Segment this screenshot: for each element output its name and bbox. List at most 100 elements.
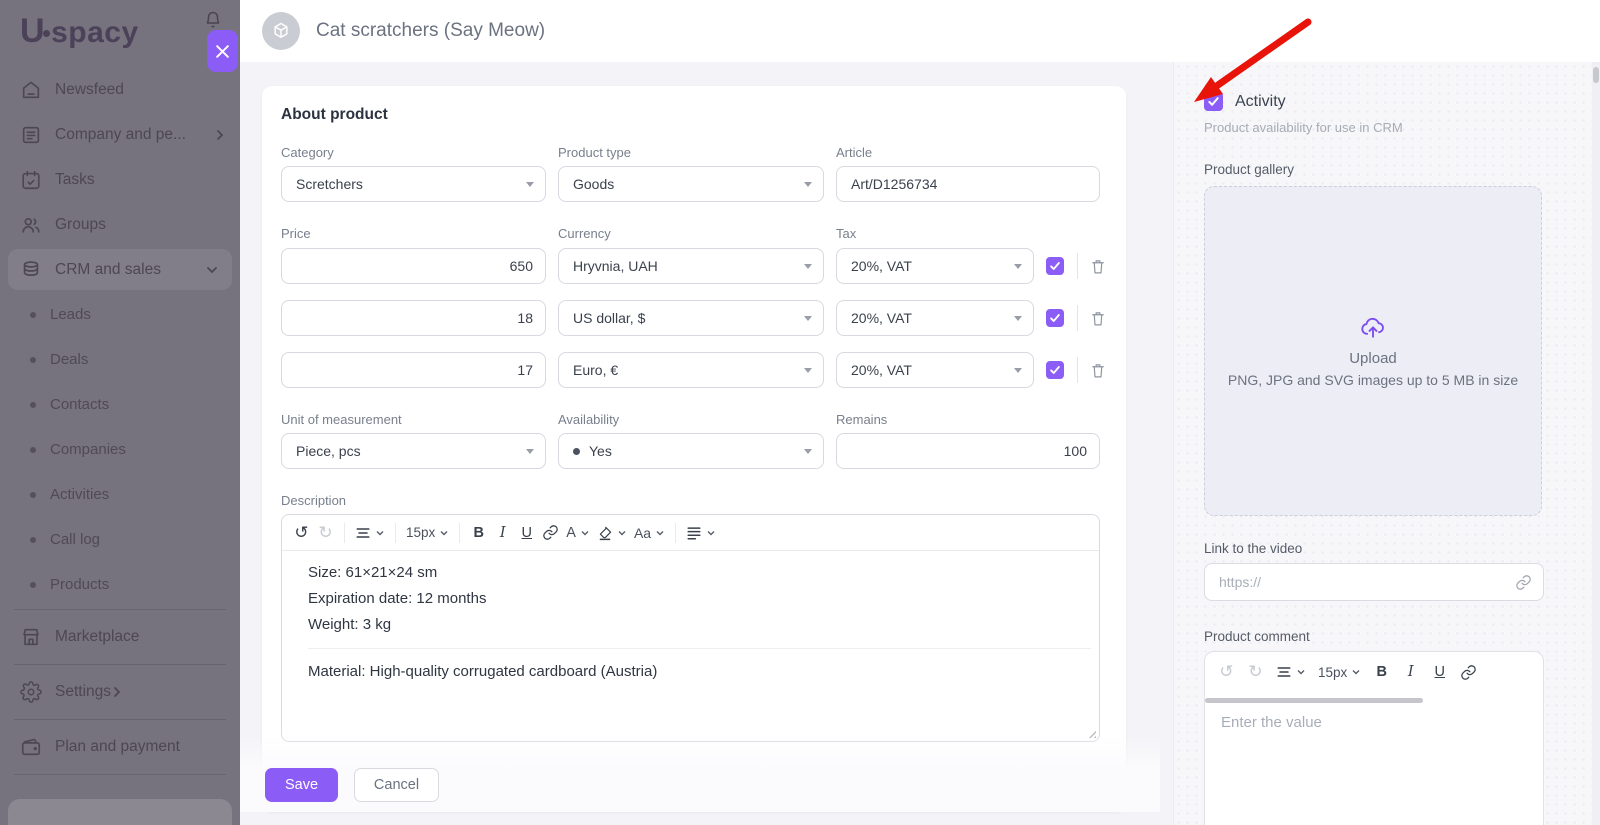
save-button[interactable]: Save	[265, 768, 338, 802]
tax-value: 20%, VAT	[851, 310, 912, 326]
currency-select[interactable]: Hryvnia, UAH	[558, 248, 824, 284]
currency-value: Hryvnia, UAH	[573, 258, 658, 274]
notifications-bell-icon[interactable]	[204, 11, 222, 29]
sidebar-profile-stub	[8, 799, 232, 825]
list-menu-button[interactable]	[683, 519, 719, 547]
trash-icon[interactable]	[1089, 361, 1107, 380]
sidebar-item-tasks[interactable]: Tasks	[0, 157, 240, 202]
price-active-checkbox[interactable]	[1046, 361, 1064, 379]
tax-select[interactable]: 20%, VAT	[836, 352, 1034, 388]
sidebar-item-groups[interactable]: Groups	[0, 202, 240, 247]
tax-select[interactable]: 20%, VAT	[836, 248, 1034, 284]
logo-dot-icon	[43, 30, 50, 37]
bullet-icon	[30, 312, 36, 318]
tax-label: Tax	[836, 226, 1034, 241]
sidebar-subitem-contacts[interactable]: Contacts	[0, 382, 240, 427]
bold-button[interactable]: B	[467, 519, 490, 547]
page-scrollbar[interactable]	[1592, 62, 1600, 825]
chevron-down-icon	[617, 528, 627, 538]
sidebar-subitem-activities[interactable]: Activities	[0, 472, 240, 517]
divider	[14, 719, 226, 720]
availability-select[interactable]: Yes	[558, 433, 824, 469]
category-select[interactable]: Scretchers	[281, 166, 546, 202]
sidebar-item-crm[interactable]: CRM and sales	[8, 249, 232, 290]
bullet-icon	[30, 582, 36, 588]
price-input[interactable]	[281, 352, 546, 388]
italic-button[interactable]: I	[491, 519, 514, 547]
section-title: About product	[281, 106, 1100, 124]
activity-checkbox[interactable]	[1204, 92, 1223, 111]
price-active-checkbox[interactable]	[1046, 257, 1064, 275]
link-button[interactable]	[539, 519, 562, 547]
sidebar-item-marketplace[interactable]: Marketplace	[0, 612, 240, 662]
scrollbar-thumb[interactable]	[1593, 67, 1599, 83]
description-line: Weight: 3 kg	[308, 612, 1073, 638]
sidebar-subitem-call-log[interactable]: Call log	[0, 517, 240, 562]
sidebar-item-label: Settings	[55, 683, 111, 701]
fill-icon	[597, 525, 613, 541]
currency-select[interactable]: US dollar, $	[558, 300, 824, 336]
modal-header: Cat scratchers (Say Meow)	[240, 0, 1600, 62]
category-value: Scretchers	[296, 176, 363, 192]
font-size-button[interactable]: 15px	[1315, 658, 1364, 686]
align-menu-button[interactable]	[352, 519, 388, 547]
sidebar-subitem-companies[interactable]: Companies	[0, 427, 240, 472]
horizontal-scrollbar[interactable]	[1205, 698, 1423, 703]
upload-cloud-icon	[1359, 314, 1387, 342]
close-sidebar-button[interactable]	[207, 30, 238, 72]
sidebar-nav: Newsfeed Company and pe... Tasks Groups …	[0, 67, 240, 777]
underline-button[interactable]: U	[515, 519, 538, 547]
text-case-button[interactable]: Aa	[631, 519, 668, 547]
description-toolbar: ↺ ↻ 15px B I U A	[282, 515, 1099, 551]
article-input[interactable]	[836, 166, 1100, 202]
chevron-down-icon	[804, 449, 812, 454]
currency-value: Euro, €	[573, 362, 618, 378]
redo-icon[interactable]: ↻	[314, 519, 337, 547]
chevron-down-icon	[804, 264, 812, 269]
price-row-actions	[1046, 253, 1107, 279]
cancel-button[interactable]: Cancel	[354, 768, 439, 802]
sidebar-item-label: Plan and payment	[55, 738, 180, 756]
uspacy-logo[interactable]: Uspacy	[20, 12, 139, 51]
font-size-button[interactable]: 15px	[403, 519, 452, 547]
sidebar-item-label: Tasks	[55, 171, 226, 189]
trash-icon[interactable]	[1089, 257, 1107, 276]
link-button[interactable]	[1457, 658, 1480, 686]
sidebar-item-settings[interactable]: Settings	[0, 667, 240, 717]
sidebar-subitem-deals[interactable]: Deals	[0, 337, 240, 382]
unit-select[interactable]: Piece, pcs	[281, 433, 546, 469]
undo-icon[interactable]: ↺	[1215, 658, 1238, 686]
video-link-input[interactable]	[1204, 563, 1544, 601]
price-input[interactable]	[281, 248, 546, 284]
sidebar-subitem-products[interactable]: Products	[0, 562, 240, 607]
bullet-icon	[30, 402, 36, 408]
price-active-checkbox[interactable]	[1046, 309, 1064, 327]
redo-icon[interactable]: ↻	[1244, 658, 1267, 686]
sidebar-item-label: Marketplace	[55, 628, 139, 646]
align-menu-button[interactable]	[1273, 658, 1309, 686]
tax-select[interactable]: 20%, VAT	[836, 300, 1034, 336]
undo-icon[interactable]: ↺	[290, 519, 313, 547]
price-input[interactable]	[281, 300, 546, 336]
currency-select[interactable]: Euro, €	[558, 352, 824, 388]
upload-label: Upload	[1349, 350, 1397, 367]
subitem-label: Deals	[50, 351, 88, 368]
upload-dropzone[interactable]: Upload PNG, JPG and SVG images up to 5 M…	[1204, 186, 1542, 516]
sidebar-subitem-leads[interactable]: Leads	[0, 292, 240, 337]
bold-button[interactable]: B	[1370, 658, 1393, 686]
chevron-down-icon	[439, 528, 449, 538]
logo-letter: U	[20, 12, 45, 50]
text-color-button[interactable]: A	[563, 519, 593, 547]
italic-button[interactable]: I	[1399, 658, 1422, 686]
remains-input[interactable]	[836, 433, 1100, 469]
sidebar-item-newsfeed[interactable]: Newsfeed	[0, 67, 240, 112]
tax-value: 20%, VAT	[851, 258, 912, 274]
product-type-select[interactable]: Goods	[558, 166, 824, 202]
sidebar-item-company[interactable]: Company and pe...	[0, 112, 240, 157]
sidebar-item-plan-payment[interactable]: Plan and payment	[0, 722, 240, 772]
divider	[14, 774, 226, 775]
trash-icon[interactable]	[1089, 309, 1107, 328]
description-content[interactable]: Size: 61×21×24 sm Expiration date: 12 mo…	[282, 551, 1099, 741]
underline-button[interactable]: U	[1428, 658, 1451, 686]
highlight-color-button[interactable]	[594, 519, 630, 547]
